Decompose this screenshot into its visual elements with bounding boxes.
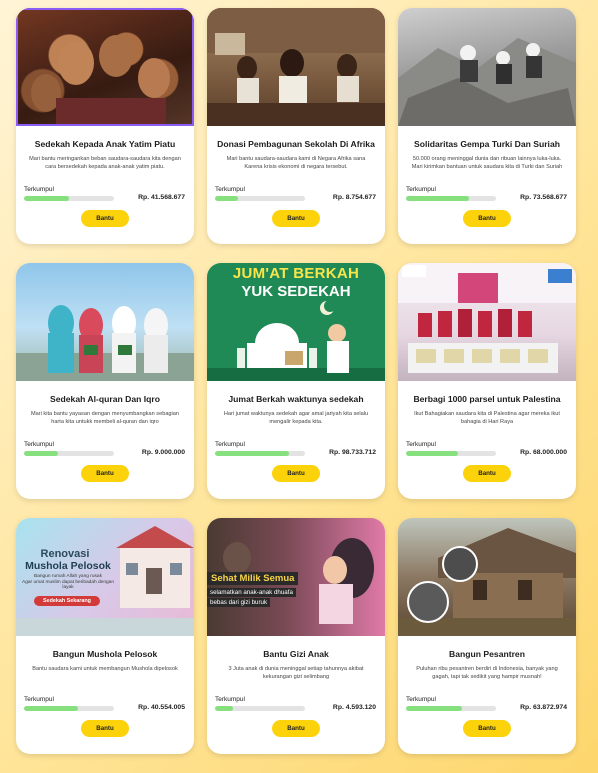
collected-amount: Rp. 4.593.120 xyxy=(332,704,376,711)
campaign-image[interactable] xyxy=(398,263,576,381)
campaign-card[interactable]: Renovasi Mushola Pelosok Bangun rumah Al… xyxy=(16,518,194,754)
progress-fill xyxy=(406,451,459,456)
donate-button[interactable]: Bantu xyxy=(81,720,129,737)
progress-fill xyxy=(215,451,289,456)
campaign-image[interactable] xyxy=(16,8,194,126)
collected-amount: Rp. 73.568.677 xyxy=(520,194,567,201)
campaign-description: 3 Juta anak di dunia meninggal setiap ta… xyxy=(228,666,364,680)
poster-headline: JUM'AT BERKAH xyxy=(232,265,360,282)
pesantren-building-icon xyxy=(398,528,576,636)
collected-amount: Rp. 63.872.974 xyxy=(520,704,567,711)
donate-button[interactable]: Bantu xyxy=(463,720,511,737)
campaign-title: Berbagi 1000 parsel untuk Palestina xyxy=(413,394,561,404)
collected-label: Terkumpul xyxy=(24,696,54,703)
donate-button[interactable]: Bantu xyxy=(81,465,129,482)
poster-subheadline: YUK SEDEKAH xyxy=(241,283,351,300)
donate-button[interactable]: Bantu xyxy=(272,720,320,737)
campaign-title: Donasi Pembagunan Sekolah Di Afrika xyxy=(217,139,375,149)
donate-button[interactable]: Bantu xyxy=(463,465,511,482)
children-photo-icon xyxy=(16,8,194,126)
collected-amount: Rp. 9.000.000 xyxy=(141,449,185,456)
campaign-card[interactable]: Sedekah Kepada Anak Yatim Piatu Mari ban… xyxy=(16,8,194,244)
campaign-description: Mari kita bantu yayasan dengan menyumban… xyxy=(30,411,180,425)
progress-bar xyxy=(215,196,305,201)
campaign-image[interactable] xyxy=(207,8,385,126)
collected-amount: Rp. 68.000.000 xyxy=(520,449,567,456)
collected-label: Terkumpul xyxy=(215,186,245,193)
collected-amount: Rp. 8.754.677 xyxy=(332,194,376,201)
donate-button[interactable]: Bantu xyxy=(81,210,129,227)
progress-fill xyxy=(24,196,69,201)
campaign-image[interactable]: Sehat Milik Semua selamatkan anak-anak d… xyxy=(207,518,385,636)
progress-bar xyxy=(406,196,496,201)
campaign-card[interactable]: Sedekah Al-quran Dan Iqro Mari kita bant… xyxy=(16,263,194,499)
collected-label: Terkumpul xyxy=(24,441,54,448)
collected-label: Terkumpul xyxy=(406,696,436,703)
campaign-title: Sedekah Al-quran Dan Iqro xyxy=(50,394,160,404)
poster-headline: Sehat Milik Semua xyxy=(207,572,299,585)
campaign-description: 50.000 orang meninggal dunia dan ribuan … xyxy=(411,156,563,170)
poster-tagline-2: Agar umat muslim dapat beribadah dengan … xyxy=(22,580,114,590)
progress-fill xyxy=(406,196,469,201)
collected-amount: Rp. 98.733.712 xyxy=(329,449,376,456)
campaign-card[interactable]: Berbagi 1000 parsel untuk Palestina Ikut… xyxy=(398,263,576,499)
poster-tagline-2: bebas dari gizi buruk xyxy=(207,598,271,607)
donate-button[interactable]: Bantu xyxy=(272,465,320,482)
collected-amount: Rp. 41.568.677 xyxy=(138,194,185,201)
campaign-title: Sedekah Kepada Anak Yatim Piatu xyxy=(34,139,176,149)
campaign-grid: Sedekah Kepada Anak Yatim Piatu Mari ban… xyxy=(16,8,576,754)
progress-bar xyxy=(24,706,114,711)
progress-fill xyxy=(406,706,462,711)
campaign-card[interactable]: Sehat Milik Semua selamatkan anak-anak d… xyxy=(207,518,385,754)
campaign-image[interactable]: Renovasi Mushola Pelosok Bangun rumah Al… xyxy=(16,518,194,636)
progress-bar xyxy=(406,706,496,711)
girls-quran-photo-icon xyxy=(16,305,194,381)
parcel-event-photo-icon xyxy=(398,263,576,373)
campaign-description: Puluhan ribu pesantren berdiri di Indone… xyxy=(416,666,558,680)
classroom-photo-icon xyxy=(207,8,385,126)
collected-label: Terkumpul xyxy=(406,186,436,193)
campaign-card[interactable]: Bangun Pesantren Puluhan ribu pesantren … xyxy=(398,518,576,754)
collected-label: Terkumpul xyxy=(215,696,245,703)
campaign-description: Mari bantu meringankan beban saudara-sau… xyxy=(29,156,181,170)
progress-fill xyxy=(215,706,233,711)
campaign-description: Ikut Bahagiakan saudara kita di Palestin… xyxy=(414,411,560,425)
poster-tagline: Bangun rumah Allah yang rusak xyxy=(34,574,102,579)
campaign-description: Hari jumat waktunya sedekah agar amal ja… xyxy=(223,411,369,425)
campaign-card[interactable]: Donasi Pembagunan Sekolah Di Afrika Mari… xyxy=(207,8,385,244)
campaign-description: Bantu saudara kami untuk membangun Musho… xyxy=(32,666,178,672)
donate-button[interactable]: Bantu xyxy=(463,210,511,227)
collected-label: Terkumpul xyxy=(406,441,436,448)
poster-title-line1: Renovasi xyxy=(40,548,90,560)
campaign-card[interactable]: JUM'AT BERKAH YUK SEDEKAH Jumat Berkah w… xyxy=(207,263,385,499)
campaign-title: Jumat Berkah waktunya sedekah xyxy=(228,394,364,404)
progress-bar xyxy=(406,451,496,456)
poster-tagline: selamatkan anak-anak dhuafa xyxy=(207,588,296,597)
campaign-image[interactable] xyxy=(398,518,576,636)
progress-bar xyxy=(24,196,114,201)
campaign-title: Bangun Mushola Pelosok xyxy=(52,649,158,659)
campaign-image[interactable] xyxy=(398,8,576,126)
campaign-title: Solidaritas Gempa Turki Dan Suriah xyxy=(414,139,560,149)
campaign-description: Mari bantu saudara-saudara kami di Negar… xyxy=(226,156,366,170)
progress-bar xyxy=(215,451,305,456)
poster-title-line2: Mushola Pelosok xyxy=(25,560,111,572)
rubble-photo-icon xyxy=(398,38,576,126)
progress-fill xyxy=(24,706,78,711)
donate-button[interactable]: Bantu xyxy=(272,210,320,227)
collected-label: Terkumpul xyxy=(24,186,54,193)
collected-amount: Rp. 40.554.005 xyxy=(138,704,185,711)
progress-bar xyxy=(24,451,114,456)
campaign-title: Bangun Pesantren xyxy=(449,649,525,659)
campaign-card[interactable]: Solidaritas Gempa Turki Dan Suriah 50.00… xyxy=(398,8,576,244)
progress-bar xyxy=(215,706,305,711)
collected-label: Terkumpul xyxy=(215,441,245,448)
progress-fill xyxy=(215,196,238,201)
poster-cta: Sedekah Sekarang xyxy=(34,596,100,606)
campaign-image[interactable] xyxy=(16,263,194,381)
campaign-image[interactable]: JUM'AT BERKAH YUK SEDEKAH xyxy=(207,263,385,381)
campaign-title: Bantu Gizi Anak xyxy=(263,649,329,659)
progress-fill xyxy=(24,451,59,456)
